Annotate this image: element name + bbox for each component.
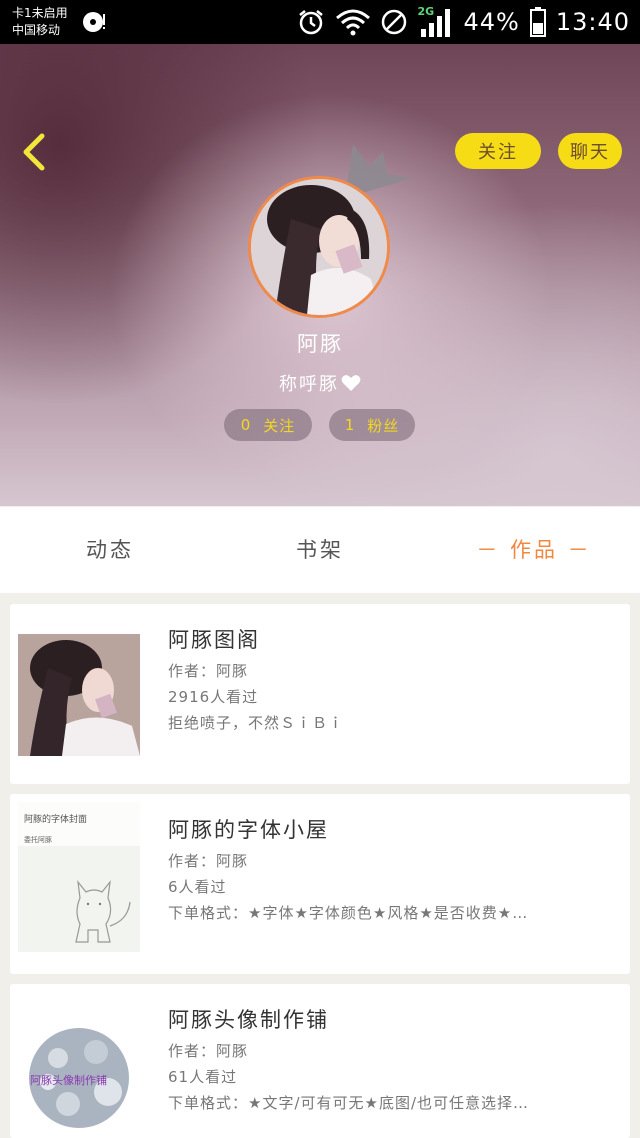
nickname: 称呼豚: [0, 370, 640, 396]
work-item[interactable]: 阿豚图阁 作者：阿豚 2916人看过 拒绝喷子，不然ＳｉＢｉ: [10, 604, 630, 784]
work-thumbnail: [18, 634, 140, 756]
tab-activity[interactable]: 动态: [60, 507, 160, 593]
photo-image: [18, 634, 140, 756]
work-author: 作者：阿豚: [168, 662, 249, 680]
thumb-caption: 阿豚的字体封面: [24, 813, 87, 825]
following-stat[interactable]: 0 关注: [224, 409, 312, 441]
no-sim-icon: [382, 9, 407, 35]
clock: 13:40: [555, 8, 630, 36]
disc-icon: [83, 12, 105, 32]
work-views: 61人看过: [168, 1068, 238, 1086]
thumb-subcaption: 委托阿豚: [24, 835, 52, 844]
fans-label: 粉丝: [367, 416, 400, 435]
follow-button[interactable]: 关注: [455, 133, 541, 169]
work-author: 作者：阿豚: [168, 1042, 249, 1060]
chat-button[interactable]: 聊天: [558, 133, 622, 169]
work-title: 阿豚的字体小屋: [168, 818, 329, 842]
profile-tabs: 动态 书架 － 作品 －: [0, 507, 640, 593]
work-description: 下单格式：★文字/可有可无★底图/也可任意选择…: [168, 1094, 530, 1112]
heart-icon: [341, 375, 361, 391]
status-right: 2G 44% 13:40: [297, 0, 630, 44]
thumb-caption: 阿豚头像制作铺: [30, 1074, 107, 1087]
following-label: 关注: [263, 416, 296, 435]
signal-icon: [421, 9, 451, 37]
profile-header: 关注 聊天 阿豚 称呼豚 0 关注 1 粉丝: [0, 44, 640, 506]
work-views: 2916人看过: [168, 688, 259, 706]
work-title: 阿豚头像制作铺: [168, 1008, 329, 1032]
sim-status: 卡1未启用: [12, 6, 68, 20]
wifi-icon: [336, 9, 371, 36]
tab-works[interactable]: － 作品 －: [472, 507, 596, 593]
work-item[interactable]: 阿豚头像制作铺 阿豚头像制作铺 作者：阿豚 61人看过 下单格式：★文字/可有可…: [10, 984, 630, 1138]
battery-percent: 44%: [463, 8, 520, 36]
alarm-icon: [299, 10, 324, 35]
fans-stat[interactable]: 1 粉丝: [329, 409, 415, 441]
carrier-name: 中国移动: [12, 23, 61, 37]
fans-count: 1: [344, 416, 356, 434]
work-description: 拒绝喷子，不然ＳｉＢｉ: [168, 714, 345, 732]
username: 阿豚: [297, 332, 343, 356]
status-bar: 卡1未启用 中国移动 2G 44% 13:40: [0, 0, 640, 44]
work-item[interactable]: 阿豚的字体封面 委托阿豚 阿豚的字体小屋 作者：阿豚 6人看过 下单格式：★字体…: [10, 794, 630, 974]
work-author: 作者：阿豚: [168, 852, 249, 870]
signal-indicator: 2G: [417, 5, 453, 37]
battery-icon: [529, 7, 546, 37]
tab-bookshelf[interactable]: 书架: [270, 507, 370, 593]
carrier-info: 卡1未启用 中国移动: [12, 5, 68, 39]
avatar-image: [251, 179, 387, 315]
work-thumbnail: 阿豚的字体封面 委托阿豚: [18, 802, 140, 952]
work-thumbnail: 阿豚头像制作铺: [18, 1018, 140, 1138]
work-description: 下单格式：★字体★字体颜色★风格★是否收费★…: [168, 904, 529, 922]
following-count: 0: [240, 416, 252, 434]
back-arrow-icon[interactable]: [18, 130, 52, 174]
avatar-shop-image: 阿豚头像制作铺: [18, 1018, 140, 1138]
work-title: 阿豚图阁: [168, 628, 260, 652]
avatar[interactable]: [248, 176, 390, 318]
cat-sketch-image: 阿豚的字体封面 委托阿豚: [18, 802, 140, 952]
work-views: 6人看过: [168, 878, 227, 896]
nickname-text: 称呼豚: [279, 374, 339, 395]
